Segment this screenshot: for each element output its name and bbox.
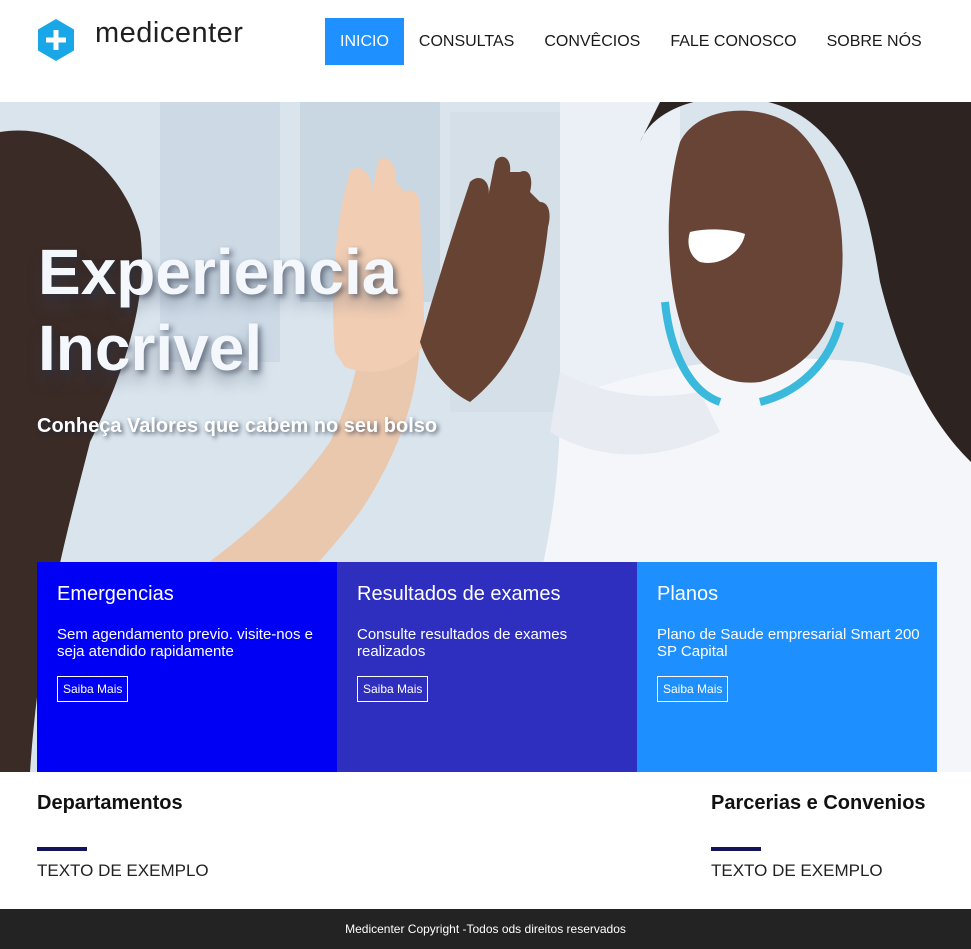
nav-item-inicio[interactable]: INICIO (325, 18, 404, 65)
card-title: Emergencias (57, 583, 174, 605)
logo[interactable]: medicenter (36, 17, 243, 62)
main-nav: INICIO CONSULTAS CONVÊCIOS FALE CONOSCO … (325, 18, 937, 65)
card-title: Resultados de exames (357, 583, 561, 605)
copyright-text: Medicenter Copyright -Todos ods direitos… (345, 922, 626, 936)
saiba-mais-button[interactable]: Saiba Mais (57, 676, 129, 702)
section-text: TEXTO DE EXEMPLO (37, 861, 209, 880)
card-text: Consulte resultados de exames realizados (357, 626, 568, 660)
hero-title-line-1: Experiencia (38, 236, 398, 308)
section-text: TEXTO DE EXEMPLO (711, 861, 883, 880)
brand-name: medicenter (95, 17, 244, 49)
section-title: Parcerias e Convenios (711, 792, 926, 814)
section-divider (37, 847, 87, 851)
card-text: Plano de Saude empresarial Smart 200 SP … (657, 626, 920, 660)
section-divider (711, 847, 761, 851)
site-header: medicenter INICIO CONSULTAS CONVÊCIOS FA… (0, 0, 971, 102)
medical-cross-icon (38, 19, 74, 61)
saiba-mais-button[interactable]: Saiba Mais (357, 676, 429, 702)
card-text: Sem agendamento previo. visite-nos e sej… (57, 626, 313, 660)
card-title: Planos (657, 583, 719, 605)
saiba-mais-button[interactable]: Saiba Mais (657, 676, 729, 702)
section-title: Departamentos (37, 792, 183, 814)
feature-cards: Emergencias Sem agendamento previo. visi… (37, 562, 937, 772)
hero-title: Experiencia Incrivel (38, 234, 498, 386)
section-departamentos: Departamentos TEXTO DE EXEMPLO (37, 792, 209, 881)
site-footer: Medicenter Copyright -Todos ods direitos… (0, 909, 971, 949)
section-parcerias: Parcerias e Convenios TEXTO DE EXEMPLO (711, 792, 926, 881)
card-emergencias: Emergencias Sem agendamento previo. visi… (37, 562, 337, 772)
card-resultados: Resultados de exames Consulte resultados… (337, 562, 637, 772)
hero-title-line-2: Incrivel (38, 312, 263, 384)
nav-item-fale-conosco[interactable]: FALE CONOSCO (655, 18, 811, 65)
nav-item-sobre-nos[interactable]: SOBRE NÓS (812, 18, 937, 65)
card-planos: Planos Plano de Saude empresarial Smart … (637, 562, 937, 772)
hero-subtitle: Conheça Valores que cabem no seu bolso (37, 415, 438, 437)
nav-item-convenios[interactable]: CONVÊCIOS (529, 18, 655, 65)
nav-item-consultas[interactable]: CONSULTAS (404, 18, 529, 65)
